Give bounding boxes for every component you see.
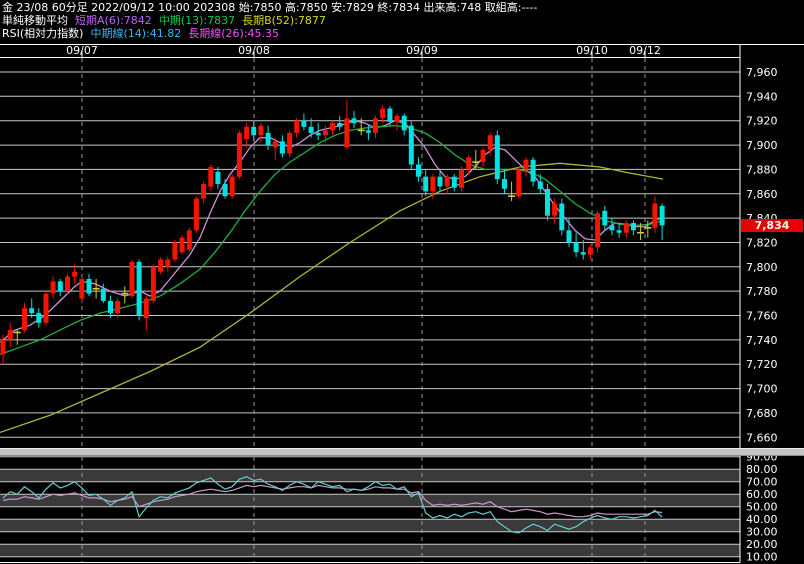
- price-tick-label: 7,820: [746, 237, 778, 250]
- price-tick-label: 7,700: [746, 383, 778, 396]
- price-gridlines: 7,9607,9407,9207,9007,8807,8607,8407,820…: [0, 66, 778, 444]
- price-tick-label: 7,860: [746, 188, 778, 201]
- rsi-tick-label: 10.00: [746, 551, 778, 564]
- price-tick-label: 7,940: [746, 90, 778, 103]
- candles: [0, 100, 665, 365]
- ma-line-ma_short: [0, 120, 664, 343]
- price-tick-label: 7,740: [746, 334, 778, 347]
- date-tick-label: 09/08: [238, 44, 270, 57]
- rsi-tick-label: 70.00: [746, 476, 778, 489]
- price-tick-label: 7,900: [746, 139, 778, 152]
- price-tick-label: 7,680: [746, 407, 778, 420]
- ma-line-ma_mid: [0, 124, 664, 356]
- last-price-tag: 7,834: [741, 219, 803, 232]
- price-tick-label: 7,780: [746, 285, 778, 298]
- rsi-tick-label: 40.00: [746, 513, 778, 526]
- date-tick-label: 09/09: [406, 44, 438, 57]
- date-tick-label: 09/10: [576, 44, 608, 57]
- price-tick-label: 7,920: [746, 115, 778, 128]
- price-tick-label: 7,800: [746, 261, 778, 274]
- date-tick-label: 09/12: [629, 44, 661, 57]
- rsi-tick-label: 50.00: [746, 501, 778, 514]
- price-tick-label: 7,660: [746, 431, 778, 444]
- price-tick-label: 7,720: [746, 358, 778, 371]
- rsi-shaded-bands: [0, 469, 740, 557]
- rsi-tick-label: 30.00: [746, 526, 778, 539]
- price-tick-label: 7,960: [746, 66, 778, 79]
- pane-splitter[interactable]: [0, 448, 804, 456]
- trading-chart-app: { "header": { "line1": "金 23/08 60分足 202…: [0, 0, 804, 564]
- rsi-tick-label: 80.00: [746, 463, 778, 476]
- chart-canvas[interactable]: 7,9607,9407,9207,9007,8807,8607,8407,820…: [0, 0, 804, 564]
- rsi-tick-label: 20.00: [746, 538, 778, 551]
- rsi-tick-label: 60.00: [746, 488, 778, 501]
- price-tick-label: 7,880: [746, 163, 778, 176]
- date-tick-label: 09/07: [66, 44, 98, 57]
- price-tick-label: 7,760: [746, 310, 778, 323]
